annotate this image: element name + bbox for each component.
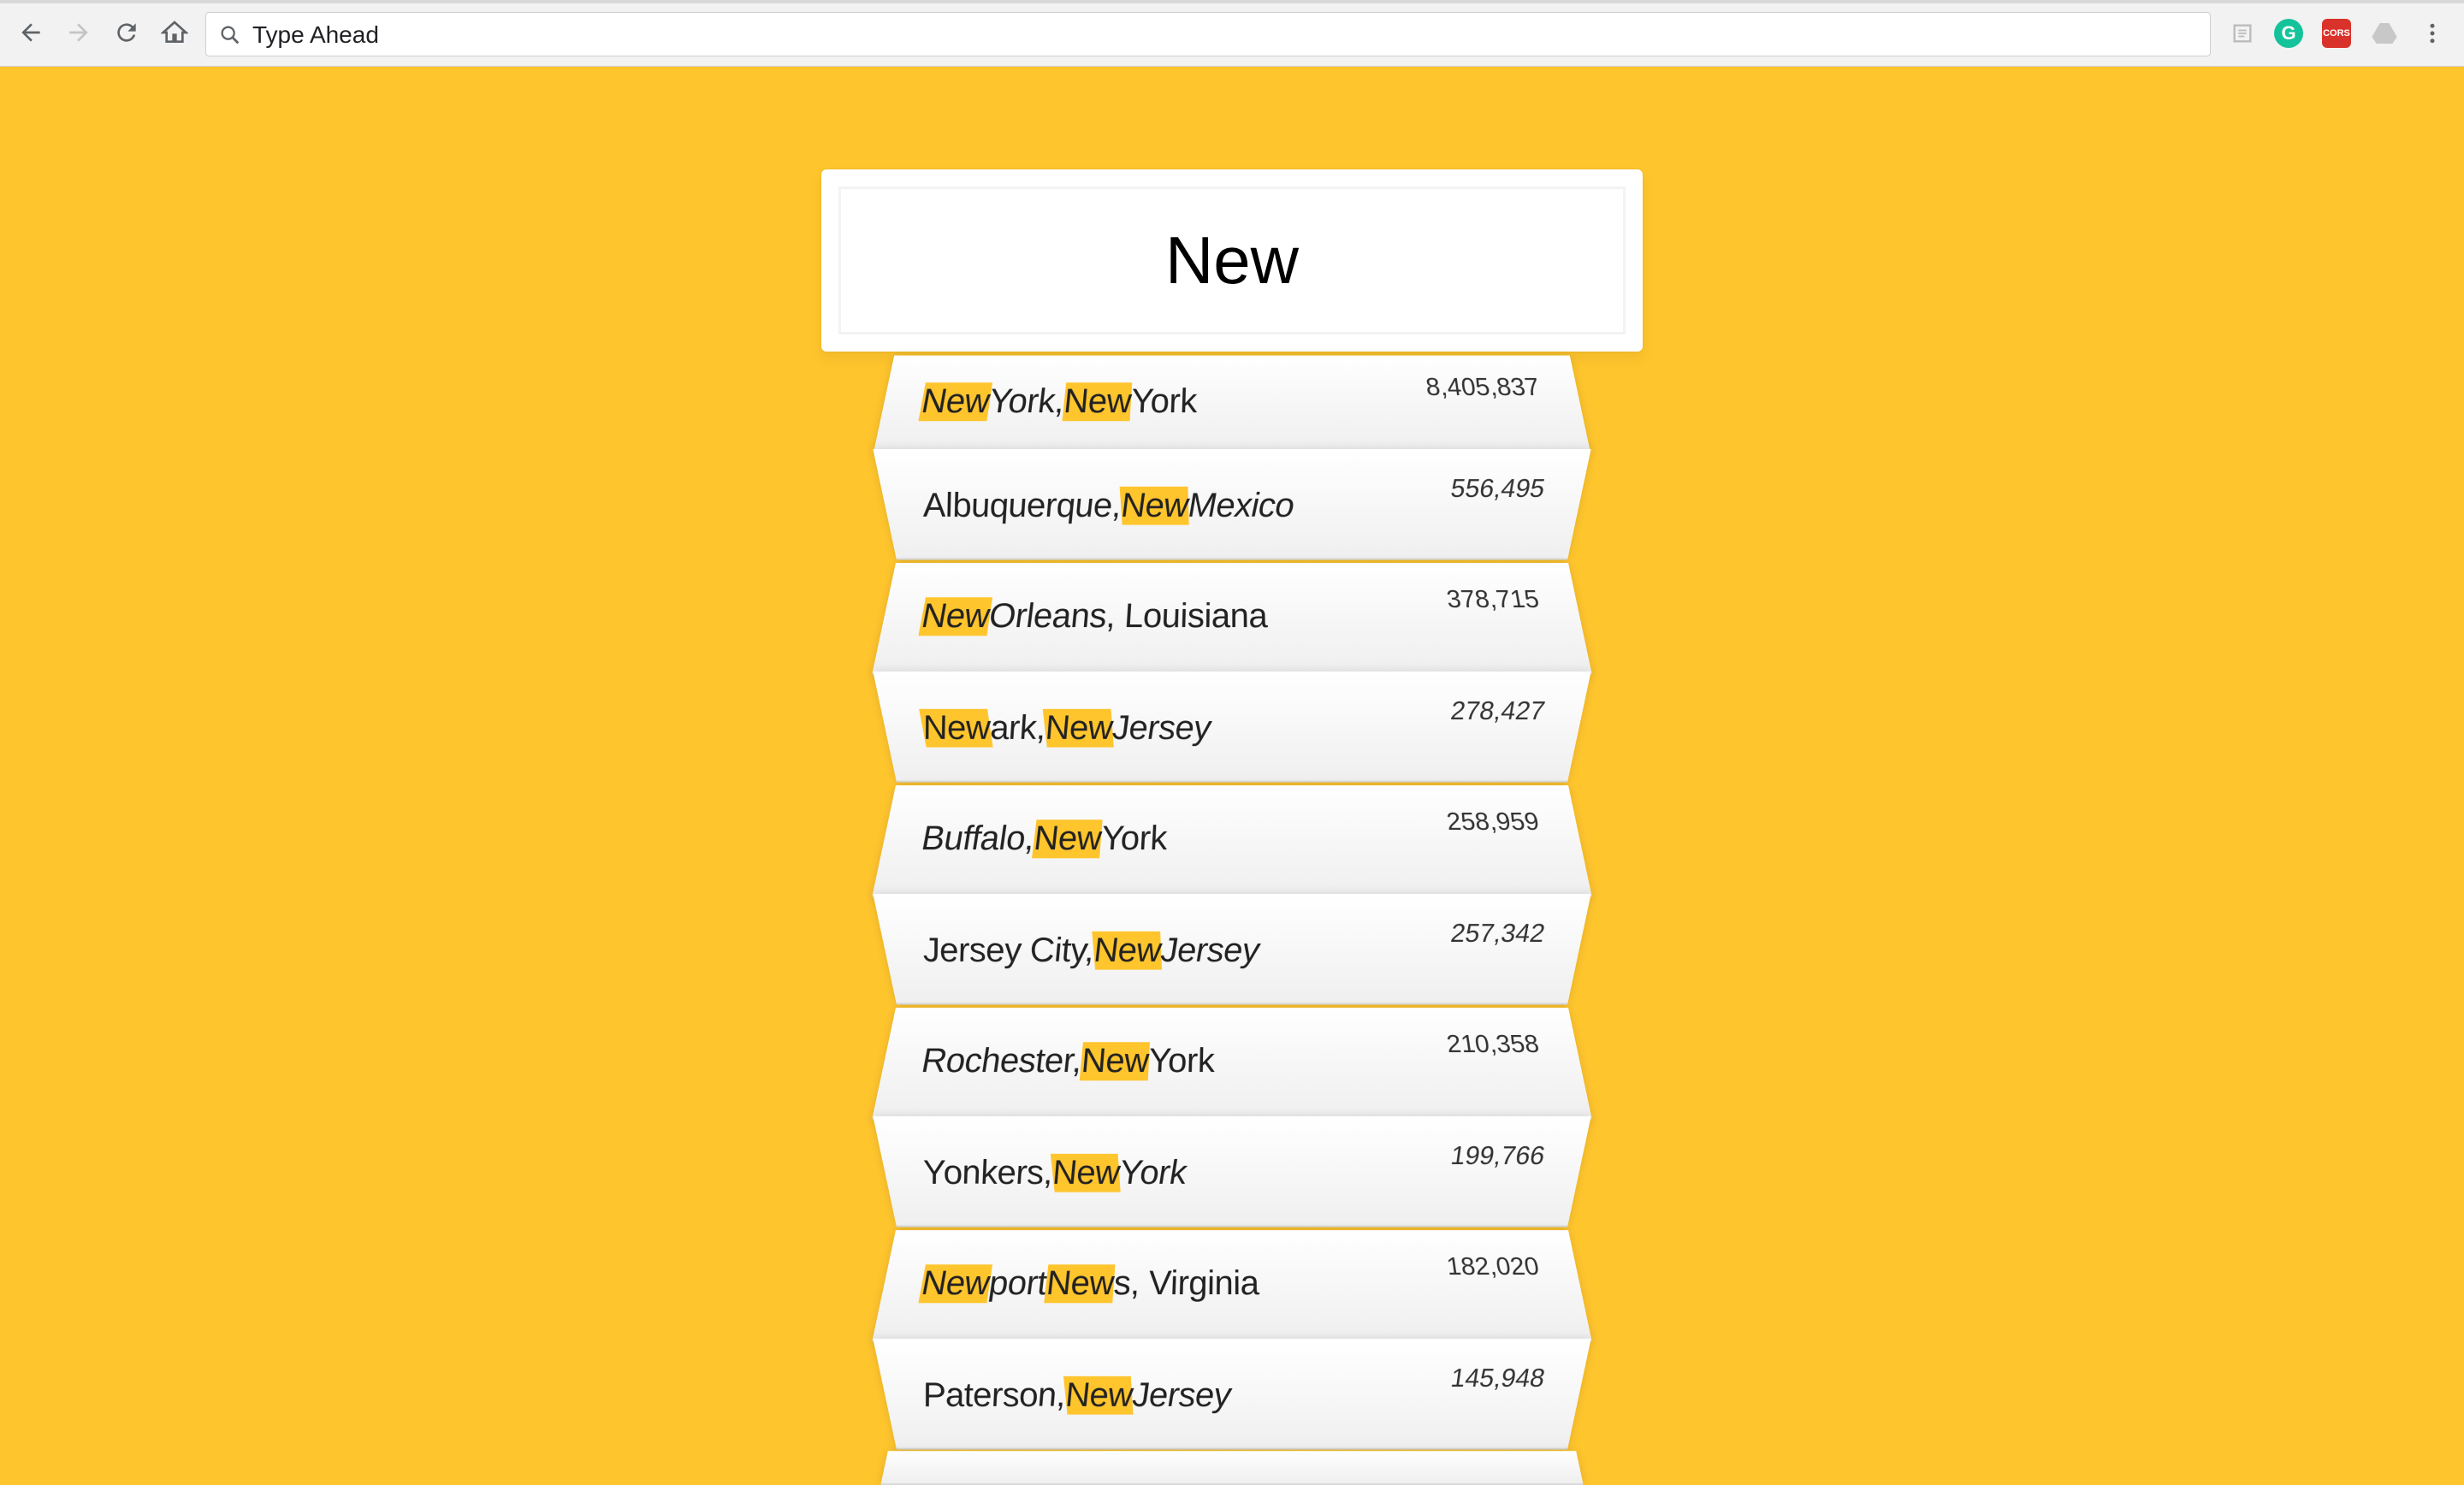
tab-strip	[0, 0, 2464, 3]
name-text: port	[986, 1263, 1049, 1302]
name-text: Yonkers,	[919, 1153, 1055, 1192]
drive-icon[interactable]	[2370, 19, 2399, 48]
match-highlight: New	[1063, 1376, 1134, 1415]
suggestion-item[interactable]: New York, New York 8,405,837	[874, 355, 1590, 452]
name-text: Albuquerque,	[919, 486, 1122, 524]
forward-arrow-icon[interactable]	[62, 15, 96, 50]
city-name: New York, New York	[913, 356, 1198, 450]
name-text: Jersey City,	[919, 931, 1095, 969]
name-text: Jersey	[1130, 1376, 1231, 1414]
city-name: Yonkers, New York	[912, 1116, 1188, 1226]
name-text: Mexico	[1187, 486, 1294, 524]
city-name: Paterson, New Jersey	[912, 1339, 1230, 1448]
city-name: New Orleans, Louisiana	[911, 563, 1268, 672]
match-highlight: New	[1044, 1263, 1116, 1303]
match-highlight: New	[1032, 819, 1104, 858]
cors-icon[interactable]: CORS	[2322, 19, 2351, 48]
match-highlight: New	[1042, 708, 1114, 748]
population: 8,405,837	[1424, 373, 1543, 401]
suggestion-item[interactable]: Jersey City, New Jersey 257,342	[873, 894, 1591, 1005]
suggestion-item-partial[interactable]	[880, 1451, 1584, 1485]
population: 278,427	[1448, 696, 1548, 726]
population: 210,358	[1444, 1030, 1542, 1059]
reader-icon[interactable]	[2228, 19, 2257, 48]
name-text: York,	[986, 382, 1066, 420]
match-highlight: New	[1119, 486, 1189, 525]
match-highlight: New	[918, 1263, 992, 1303]
browser-toolbar: Type Ahead G CORS	[0, 0, 2464, 67]
suggestion-item[interactable]: Albuquerque, New Mexico 556,495	[873, 449, 1591, 560]
city-name: Buffalo, New York	[911, 785, 1169, 895]
suggestion-item[interactable]: Rochester, New York 210,358	[872, 1008, 1592, 1120]
suggestion-item[interactable]: New Orleans, Louisiana 378,715	[872, 563, 1592, 675]
grammarly-icon[interactable]: G	[2274, 19, 2303, 48]
cors-label: CORS	[2323, 28, 2350, 38]
city-name: New ark, New Jersey	[912, 672, 1211, 781]
home-icon[interactable]	[157, 15, 192, 50]
address-text: Type Ahead	[252, 21, 379, 48]
population: 182,020	[1444, 1252, 1542, 1281]
suggestion-item[interactable]: Paterson, New Jersey 145,948	[873, 1339, 1591, 1450]
population: 258,959	[1444, 808, 1542, 837]
city-name: Rochester, New York	[911, 1008, 1215, 1117]
match-highlight: New	[918, 382, 992, 421]
back-arrow-icon[interactable]	[14, 15, 48, 50]
city-name: Jersey City, New Jersey	[912, 894, 1260, 1003]
population: 378,715	[1444, 585, 1542, 614]
suggestions-list: New York, New York 8,405,837 Albuquerque, …	[872, 352, 1592, 1485]
name-text: Orleans, Louisiana	[986, 596, 1268, 635]
match-highlight: New	[1062, 382, 1133, 421]
grammarly-label: G	[2281, 22, 2296, 44]
name-text: Buffalo,	[918, 819, 1037, 857]
address-bar[interactable]: Type Ahead	[205, 12, 2211, 56]
name-text: s, Virginia	[1112, 1263, 1259, 1302]
name-text: Jersey	[1159, 931, 1259, 969]
population: 145,948	[1448, 1364, 1548, 1393]
match-highlight: New	[1092, 931, 1162, 970]
name-text: York	[1099, 819, 1168, 857]
match-highlight: New	[918, 596, 992, 636]
population: 199,766	[1448, 1141, 1548, 1171]
population: 556,495	[1448, 474, 1548, 504]
search-input[interactable]	[838, 186, 1626, 334]
name-text: ark,	[986, 708, 1047, 747]
match-highlight: New	[1080, 1041, 1150, 1080]
menu-dots-icon[interactable]	[2418, 19, 2447, 48]
suggestion-item[interactable]: Buffalo, New York 258,959	[872, 785, 1592, 897]
match-highlight: New	[919, 708, 993, 748]
suggestion-item[interactable]: New port New s, Virginia 182,020	[872, 1230, 1592, 1342]
suggestion-item[interactable]: Yonkers, New York 199,766	[873, 1116, 1591, 1228]
reload-icon[interactable]	[110, 15, 144, 50]
search-form	[821, 169, 1643, 352]
name-text: York	[1129, 382, 1198, 420]
name-text: Paterson,	[919, 1376, 1068, 1414]
search-icon	[221, 26, 240, 44]
name-text: Jersey	[1111, 708, 1211, 747]
match-highlight: New	[1050, 1153, 1121, 1192]
population: 257,342	[1448, 919, 1548, 949]
city-name: New port New s, Virginia	[911, 1230, 1259, 1340]
name-text: York	[1147, 1041, 1215, 1080]
city-name: Albuquerque, New Mexico	[912, 449, 1296, 559]
name-text: Rochester,	[918, 1041, 1084, 1080]
name-text: York	[1117, 1153, 1187, 1192]
suggestion-item[interactable]: New ark, New Jersey 278,427	[873, 672, 1591, 783]
